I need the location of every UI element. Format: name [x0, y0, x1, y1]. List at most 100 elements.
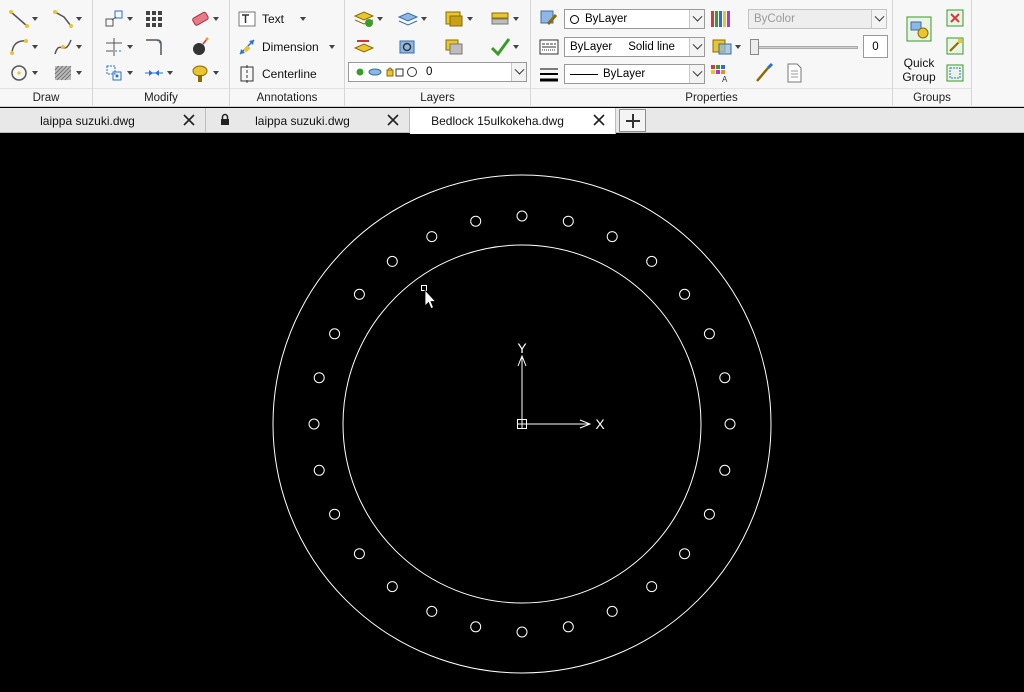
bolt-hole[interactable]	[703, 328, 715, 340]
copy-tool-dropdown[interactable]	[125, 62, 135, 84]
bolt-hole[interactable]	[679, 548, 691, 560]
erase-tool[interactable]	[189, 8, 221, 30]
plot-style-selector-arrow[interactable]	[871, 10, 886, 28]
stretch-tool[interactable]	[143, 62, 175, 84]
bolt-hole[interactable]	[606, 605, 618, 617]
annotations-panel-label[interactable]: Annotations	[230, 92, 344, 104]
array-tool[interactable]	[143, 8, 165, 30]
hatch-tool-dropdown[interactable]	[74, 62, 84, 84]
stretch-tool-dropdown[interactable]	[165, 62, 175, 84]
dimension-button[interactable]: Dimension	[238, 36, 337, 58]
circle-tool-dropdown[interactable]	[30, 62, 40, 84]
properties-paint-dropdown[interactable]	[211, 62, 221, 84]
close-icon[interactable]	[183, 114, 195, 126]
layer-walk-tool[interactable]	[489, 8, 521, 30]
layer-walk-dropdown[interactable]	[511, 8, 521, 30]
explode-tool[interactable]	[189, 36, 211, 58]
bolt-hole[interactable]	[646, 581, 658, 593]
close-icon[interactable]	[387, 114, 399, 126]
trim-tool-dropdown[interactable]	[125, 36, 135, 58]
linetype-selector-arrow[interactable]	[689, 38, 704, 56]
move-tool-dropdown[interactable]	[125, 8, 135, 30]
layer-manager-tool[interactable]	[353, 8, 385, 30]
bolt-hole[interactable]	[719, 464, 731, 476]
copy-tool[interactable]	[103, 62, 135, 84]
fillet-tool[interactable]	[143, 36, 165, 58]
polyline-tool-dropdown[interactable]	[74, 8, 84, 30]
layer-match-tool[interactable]	[353, 36, 375, 58]
bolt-hole[interactable]	[470, 621, 482, 633]
color-table-tool[interactable]: A	[709, 62, 731, 84]
properties-sheet-tool[interactable]	[783, 62, 805, 84]
hatch-tool[interactable]	[52, 62, 84, 84]
bolt-hole[interactable]	[308, 418, 320, 430]
brush-tool[interactable]	[753, 62, 775, 84]
transparency-value[interactable]: 0	[863, 35, 888, 58]
arc-tool-dropdown[interactable]	[30, 36, 40, 58]
make-current-tool[interactable]	[489, 36, 521, 58]
new-tab-button[interactable]	[619, 109, 646, 132]
arc-tool[interactable]	[8, 36, 40, 58]
bolt-hole[interactable]	[562, 215, 574, 227]
layer-states-dropdown[interactable]	[419, 8, 429, 30]
color-selector-arrow[interactable]	[689, 10, 704, 28]
bolt-hole[interactable]	[386, 255, 398, 267]
drawing-canvas[interactable]: Y X	[0, 134, 1024, 692]
line-tool-dropdown[interactable]	[30, 8, 40, 30]
bolt-hole[interactable]	[313, 464, 325, 476]
quick-group-button[interactable]: Quick Group	[897, 10, 941, 86]
lineweight-selector[interactable]: ByLayer	[564, 64, 705, 84]
transparency-dropdown[interactable]	[733, 36, 743, 58]
layer-selector[interactable]: 0	[348, 62, 527, 82]
layers-panel-label[interactable]: Layers	[345, 92, 530, 104]
bolt-hole[interactable]	[516, 210, 528, 222]
bolt-hole[interactable]	[646, 255, 658, 267]
drawing-svg[interactable]: Y X	[0, 134, 1024, 692]
move-tool[interactable]	[103, 8, 135, 30]
transparency-slider[interactable]	[750, 46, 858, 49]
bolt-hole[interactable]	[426, 605, 438, 617]
text-dropdown[interactable]	[298, 8, 308, 30]
bolt-hole[interactable]	[562, 621, 574, 633]
layer-manager-dropdown[interactable]	[375, 8, 385, 30]
dimension-dropdown[interactable]	[327, 36, 337, 58]
linetype-selector[interactable]: ByLayer Solid line	[564, 37, 705, 57]
bolt-hole[interactable]	[516, 626, 528, 638]
color-selector[interactable]: ByLayer	[564, 9, 705, 29]
lineweight-tool[interactable]	[539, 63, 559, 85]
bolt-hole[interactable]	[386, 581, 398, 593]
groups-panel-label[interactable]: Groups	[893, 92, 971, 104]
document-tab[interactable]: laippa suzuki.dwg	[206, 108, 410, 133]
polyline-tool[interactable]	[52, 8, 84, 30]
color-palette-tool[interactable]	[709, 8, 731, 30]
trim-tool[interactable]	[103, 36, 135, 58]
text-button[interactable]: Text	[238, 8, 308, 30]
layer-isolate-dropdown[interactable]	[465, 8, 475, 30]
bolt-hole[interactable]	[426, 231, 438, 243]
bolt-hole[interactable]	[329, 508, 341, 520]
bolt-hole[interactable]	[313, 372, 325, 384]
draw-panel-label[interactable]: Draw	[0, 92, 92, 104]
modify-panel-label[interactable]: Modify	[93, 92, 229, 104]
layer-previous-tool[interactable]	[397, 36, 419, 58]
transparency-slider-thumb[interactable]	[750, 39, 759, 55]
make-current-dropdown[interactable]	[511, 36, 521, 58]
linetype-tool[interactable]	[539, 36, 559, 58]
plot-style-selector[interactable]: ByColor	[748, 9, 887, 29]
transparency-tool[interactable]	[711, 36, 743, 58]
document-tab[interactable]: laippa suzuki.dwg	[0, 108, 206, 133]
group-selection-tool[interactable]	[945, 62, 965, 84]
layer-isolate-tool[interactable]	[443, 8, 475, 30]
bolt-hole[interactable]	[719, 372, 731, 384]
spline-tool-dropdown[interactable]	[74, 36, 84, 58]
line-tool[interactable]	[8, 8, 40, 30]
document-tab-active[interactable]: Bedlock 15ulkokeha.dwg	[410, 108, 616, 134]
bolt-hole[interactable]	[329, 328, 341, 340]
properties-panel-label[interactable]: Properties	[531, 92, 892, 104]
centerline-button[interactable]: Centerline	[238, 63, 317, 85]
match-properties-tool[interactable]	[539, 8, 559, 30]
properties-paint-tool[interactable]	[189, 62, 221, 84]
layer-states-tool[interactable]	[397, 8, 429, 30]
circle-tool[interactable]	[8, 62, 40, 84]
layer-copy-tool[interactable]	[443, 36, 465, 58]
